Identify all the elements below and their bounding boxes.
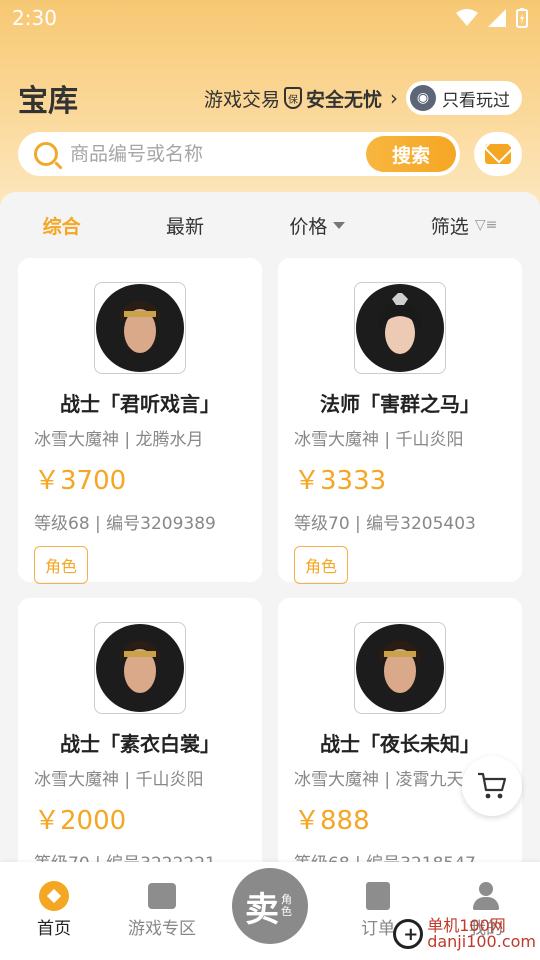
watermark: 单机100网 danji100.com xyxy=(393,918,536,950)
avatar-frame xyxy=(94,622,186,714)
search-input[interactable] xyxy=(70,143,366,165)
listing-server: 冰雪大魔神 | 千山炎阳 xyxy=(34,770,204,790)
tab-price[interactable]: 价格 xyxy=(289,212,346,239)
listing-title: 战士「夜长未知」 xyxy=(320,732,480,756)
watermark-text: 单机100网 danji100.com xyxy=(427,918,536,950)
sell-sub-label: 角色 xyxy=(281,893,292,918)
search-row: 搜索 xyxy=(0,132,540,176)
nav-home[interactable]: 首页 xyxy=(4,878,104,939)
character-avatar xyxy=(356,624,444,712)
listing-title: 战士「君听戏言」 xyxy=(60,392,220,416)
tab-comprehensive[interactable]: 综合 xyxy=(43,212,81,239)
wifi-icon xyxy=(456,9,478,26)
sell-main-label: 卖 xyxy=(245,889,279,930)
listing-card[interactable]: 战士「夜长未知」 冰雪大魔神 | 凌霄九天 ￥888 等级68 | 编号3218… xyxy=(278,598,522,862)
store-icon xyxy=(148,883,176,909)
warrior-portrait-icon xyxy=(120,300,160,353)
listing-panel: 综合 最新 价格 筛选 ▽≡ 战士「君听戏言」 冰雪大魔神 | 龙腾水月 ￥37… xyxy=(0,192,540,862)
filter-icon: ▽≡ xyxy=(474,217,498,233)
message-button[interactable] xyxy=(474,132,522,176)
listing-price: ￥2000 xyxy=(34,806,127,836)
listing-card[interactable]: 战士「君听戏言」 冰雪大魔神 | 龙腾水月 ￥3700 等级68 | 编号320… xyxy=(18,258,262,584)
page-title: 宝库 xyxy=(18,84,78,119)
search-button[interactable]: 搜索 xyxy=(366,136,456,172)
tab-label: 价格 xyxy=(289,215,328,238)
character-avatar xyxy=(356,284,444,372)
listing-price: ￥3333 xyxy=(294,466,387,496)
nav-label: 游戏专区 xyxy=(128,919,196,939)
mail-icon xyxy=(485,144,511,164)
slogan-prefix: 游戏交易 xyxy=(203,88,280,111)
listing-card[interactable]: 战士「素衣白裳」 冰雪大魔神 | 千山炎阳 ￥2000 等级70 | 编号322… xyxy=(18,598,262,862)
only-played-toggle[interactable]: ◉ 只看玩过 xyxy=(406,81,522,115)
watermark-logo-icon xyxy=(393,919,424,949)
avatar-frame xyxy=(94,282,186,374)
listing-meta: 等级68 | 编号3218547 xyxy=(294,849,506,862)
search-icon xyxy=(34,142,58,166)
listing-server: 冰雪大魔神 | 龙腾水月 xyxy=(34,430,204,450)
sell-button[interactable]: 卖 角色 xyxy=(232,868,308,944)
listing-title: 法师「害群之马」 xyxy=(320,392,480,416)
cart-button[interactable] xyxy=(462,756,522,816)
sort-tabs: 综合 最新 价格 筛选 ▽≡ xyxy=(0,192,540,258)
triangle-down-icon xyxy=(333,221,346,229)
nav-label: 首页 xyxy=(37,919,71,939)
tab-label: 筛选 xyxy=(430,215,469,238)
home-icon xyxy=(39,881,69,911)
listing-server: 冰雪大魔神 | 千山炎阳 xyxy=(294,430,464,450)
listing-card[interactable]: 法师「害群之马」 冰雪大魔神 | 千山炎阳 ￥3333 等级70 | 编号320… xyxy=(278,258,522,584)
mage-portrait-icon xyxy=(378,293,422,354)
watermark-line2: danji100.com xyxy=(427,932,536,951)
tab-label: 最新 xyxy=(166,215,205,238)
listing-meta: 等级68 | 编号3209389 xyxy=(34,514,216,534)
slogan-bold: 安全无忧 xyxy=(305,88,382,111)
signal-icon xyxy=(488,9,506,27)
warrior-portrait-icon xyxy=(380,640,420,693)
warrior-portrait-icon xyxy=(120,640,160,693)
avatar-frame xyxy=(354,622,446,714)
status-time: 2:30 xyxy=(12,6,57,30)
listing-meta: 等级70 | 编号3205403 xyxy=(294,514,476,534)
avatar-frame xyxy=(354,282,446,374)
nav-games[interactable]: 游戏专区 xyxy=(112,878,212,939)
status-icons xyxy=(456,8,528,28)
shield-icon: 保 xyxy=(283,87,302,109)
character-avatar xyxy=(96,624,184,712)
person-icon xyxy=(473,882,499,910)
listing-meta: 等级70 | 编号3222221 xyxy=(34,849,246,862)
cart-icon xyxy=(478,772,507,799)
listing-grid: 战士「君听戏言」 冰雪大魔神 | 龙腾水月 ￥3700 等级68 | 编号320… xyxy=(0,258,540,862)
clipboard-icon xyxy=(366,882,390,910)
listing-price: ￥3700 xyxy=(34,466,127,496)
chevron-right-icon: › xyxy=(390,86,398,110)
only-played-label: 只看玩过 xyxy=(442,90,510,111)
title-row: 宝库 游戏交易 保 安全无忧 › ◉ 只看玩过 xyxy=(0,76,540,120)
gamepad-icon: ◉ xyxy=(410,85,436,111)
listing-tag: 角色 xyxy=(294,546,349,584)
tab-label: 综合 xyxy=(42,215,81,238)
listing-tag: 角色 xyxy=(34,546,89,584)
tab-latest[interactable]: 最新 xyxy=(166,212,204,239)
tab-filter[interactable]: 筛选 ▽≡ xyxy=(431,212,498,239)
trade-safety-link[interactable]: 游戏交易 保 安全无忧 › xyxy=(204,85,406,112)
battery-icon xyxy=(516,8,528,28)
status-bar: 2:30 xyxy=(0,0,540,36)
character-avatar xyxy=(96,284,184,372)
listing-title: 战士「素衣白裳」 xyxy=(60,732,220,756)
search-box: 搜索 xyxy=(18,132,460,176)
